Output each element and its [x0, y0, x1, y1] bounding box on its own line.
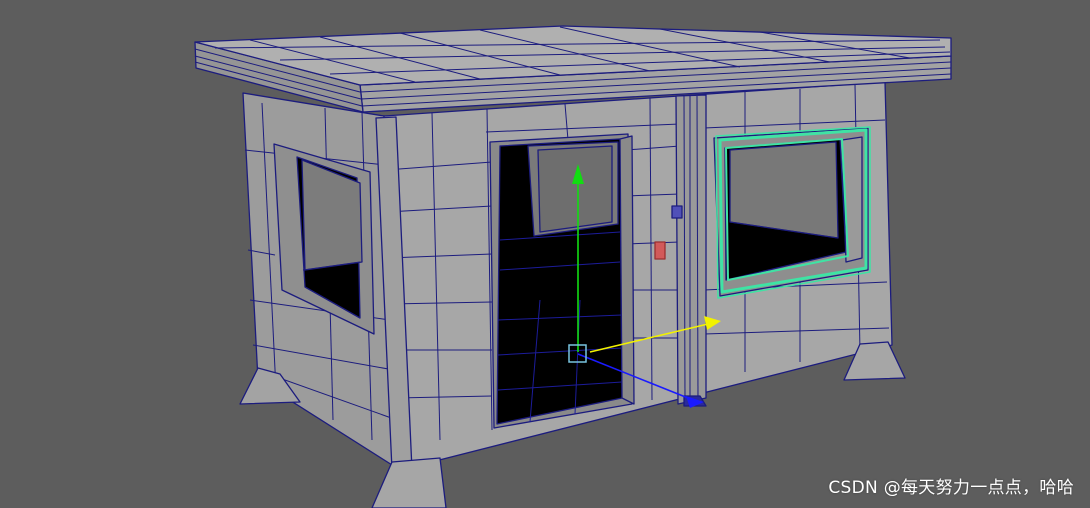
center-post — [675, 94, 707, 405]
marker-red — [654, 241, 666, 260]
3d-viewport[interactable]: CSDN @每天努力一点点，哈哈 — [0, 0, 1090, 508]
house-model[interactable] — [194, 25, 952, 508]
foot-front-left — [371, 457, 447, 508]
watermark-text: CSDN @每天努力一点点，哈哈 — [828, 478, 1074, 498]
viewport-scene[interactable] — [0, 0, 1090, 508]
right-window-selected[interactable] — [713, 126, 871, 299]
marker-blue — [671, 205, 683, 219]
door-opening[interactable] — [489, 133, 635, 429]
